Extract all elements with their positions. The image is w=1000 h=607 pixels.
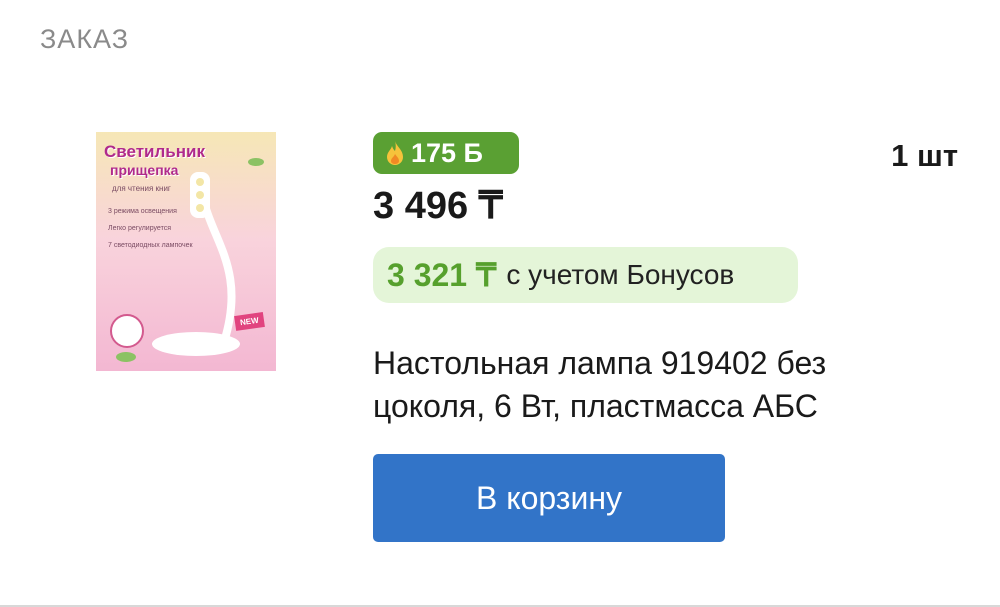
bonus-price-badge: 3 321 ₸ с учетом Бонусов [373,247,798,303]
product-image-badge [110,314,144,348]
flame-icon [387,141,403,165]
bonus-points-badge: 175 Б [373,132,519,174]
product-name[interactable]: Настольная лампа 919402 без цоколя, 6 Вт… [373,342,933,428]
section-title: ЗАКАЗ [40,24,130,54]
bonus-price-value: 3 321 ₸ [387,257,497,293]
bonus-points-value: 175 Б [411,137,483,168]
product-image[interactable]: Светильник прищепка для чтения книг 3 ре… [96,132,276,371]
bonus-price-label: с учетом Бонусов [506,259,735,290]
product-price: 3 496 ₸ [373,185,503,227]
product-quantity: 1 шт [891,138,958,173]
add-to-cart-button[interactable]: В корзину [373,454,725,542]
